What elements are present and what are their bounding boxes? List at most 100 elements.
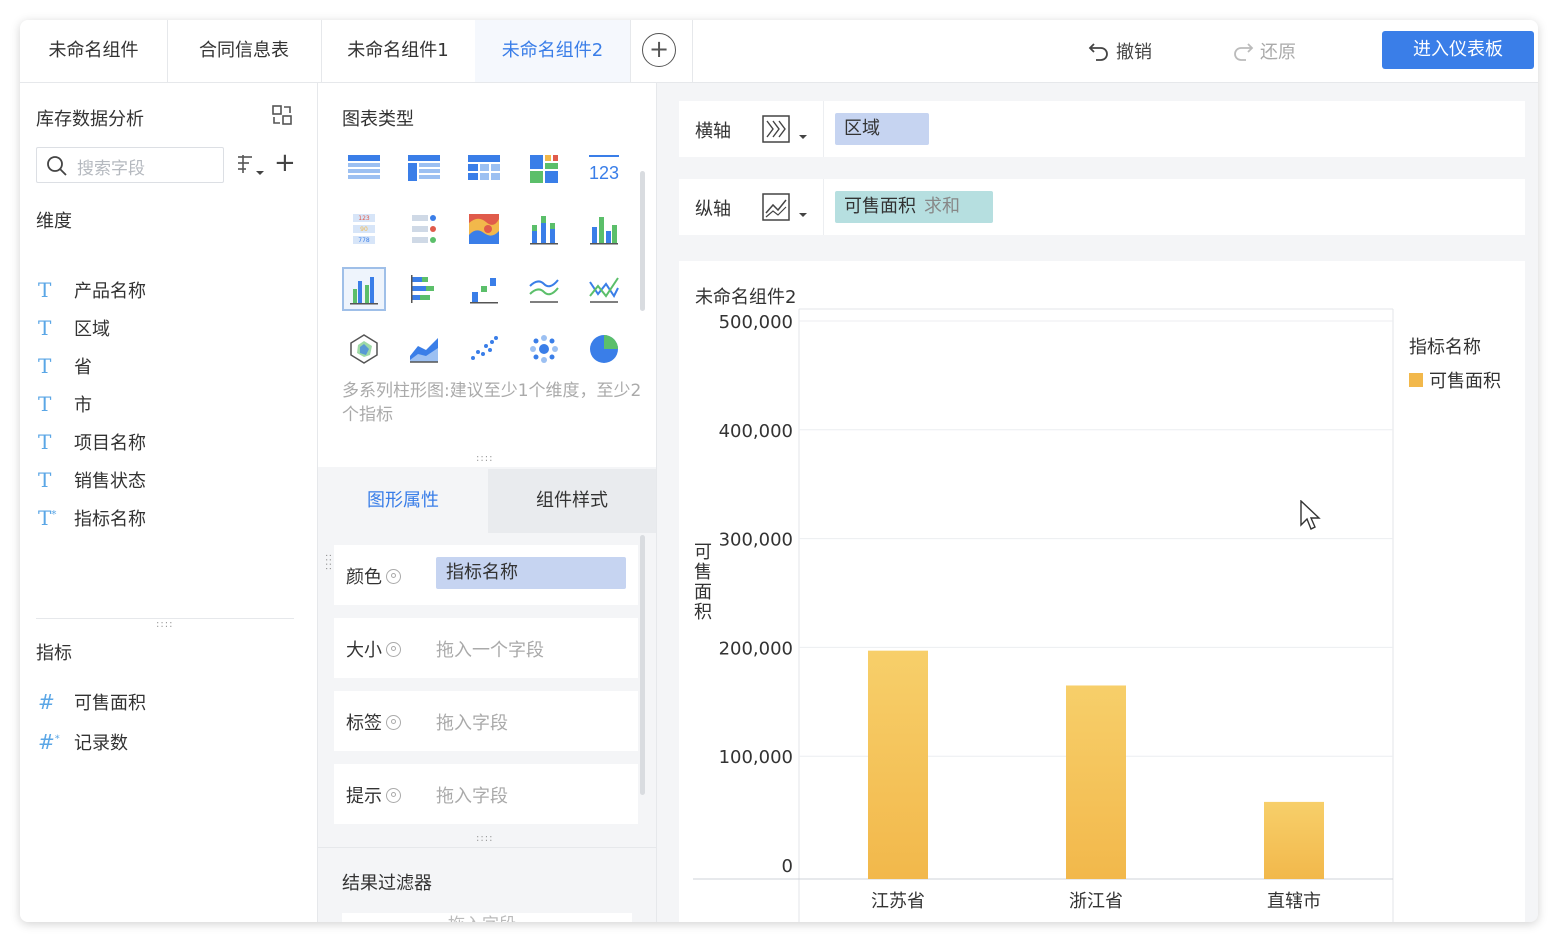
field-panel: 库存数据分析 搜索字段 + 维度 T 产品名称 T 区域 T省 T市 T 项目名称 T… [20, 83, 318, 922]
stacked-column-icon[interactable] [522, 207, 566, 251]
measures-heading: 指标 [36, 643, 72, 664]
number-calc-type-icon: #* [38, 730, 60, 754]
bar [868, 650, 928, 879]
bar [1066, 685, 1126, 879]
x-tick-label: 浙江省 [1069, 891, 1123, 912]
area-chart-icon[interactable] [402, 327, 446, 371]
waterfall-icon[interactable] [462, 267, 506, 311]
dimension-field[interactable]: T* 指标名称 [38, 505, 146, 531]
redo-icon [1234, 43, 1254, 61]
property-tabs: 图形属性 组件样式 [318, 469, 656, 533]
mouse-cursor-icon [1300, 500, 1321, 530]
label-drop-zone[interactable]: 拖入字段 [436, 709, 508, 735]
top-bar: 未命名组件 合同信息表 未命名组件1 未命名组件2 + 撤销 还原 进入仪表板 [20, 20, 1538, 83]
sort-fields-icon[interactable] [236, 153, 266, 179]
properties-scrollbar[interactable] [640, 535, 645, 795]
color-property[interactable]: 颜色 指标名称 [334, 545, 638, 605]
add-tab-button[interactable]: + [642, 33, 676, 67]
tooltip-drop-zone[interactable]: 拖入字段 [436, 782, 508, 808]
search-placeholder: 搜索字段 [77, 159, 145, 179]
switch-dataset-icon[interactable] [270, 103, 294, 127]
resize-grip[interactable]: :::: [156, 619, 173, 630]
divider [823, 101, 824, 157]
svg-text:778: 778 [358, 237, 370, 244]
legend-item[interactable]: 可售面积 [1409, 367, 1501, 393]
legend-swatch [1409, 373, 1423, 387]
x-axis-field-pill[interactable]: 区域 [835, 113, 929, 145]
resize-grip[interactable]: :::: [476, 833, 493, 844]
gear-icon[interactable] [386, 568, 401, 584]
size-drop-zone[interactable]: 拖入一个字段 [436, 636, 544, 662]
line-chart-icon[interactable] [582, 267, 626, 311]
heatmap-icon[interactable] [462, 207, 506, 251]
svg-text:90: 90 [360, 226, 368, 233]
field-search-input[interactable]: 搜索字段 [36, 147, 224, 183]
bubble-chart-icon[interactable] [522, 327, 566, 371]
redo-button[interactable]: 还原 [1232, 38, 1296, 64]
filter-drop-zone[interactable]: 拖入字段 [342, 913, 632, 922]
tooltip-property[interactable]: 提示 拖入字段 [334, 764, 638, 824]
measure-field[interactable]: # 可售面积 [38, 689, 146, 715]
chart-type-hint: 多系列柱形图:建议至少1个维度，至少2个指标 [342, 381, 642, 425]
dimension-field[interactable]: T 产品名称 [38, 277, 146, 303]
tab-component-2[interactable]: 未命名组件2 [475, 20, 631, 82]
text-type-icon: T [38, 316, 52, 340]
chart-panel: 未命名组件2 可售面积 0 100,000 200,000 300,000 400,00… [679, 261, 1525, 922]
chart-type-section: 图表类型 123 123 90 778 多系列柱形图:建议至少1个维度，至少2个… [318, 83, 656, 467]
color-field-pill[interactable]: 指标名称 [436, 557, 626, 589]
list-kpi-icon[interactable] [402, 207, 446, 251]
table-chart-icon[interactable] [342, 147, 386, 191]
y-tick-label: 200,000 [719, 638, 793, 659]
undo-icon [1088, 43, 1108, 61]
x-tick-label: 直辖市 [1267, 891, 1321, 912]
divider [823, 179, 824, 235]
label-property[interactable]: 标签 拖入字段 [334, 691, 638, 751]
size-property[interactable]: 大小 拖入一个字段 [334, 618, 638, 678]
undo-label: 撤销 [1116, 42, 1152, 63]
x-axis-row: 横轴 区域 [679, 101, 1525, 157]
multi-series-column-icon[interactable] [342, 267, 386, 311]
scatter-chart-icon[interactable] [462, 327, 506, 371]
column-chart-icon[interactable] [582, 207, 626, 251]
resize-grip[interactable]: :::: [476, 453, 493, 464]
dimension-field[interactable]: T 区域 [38, 315, 110, 341]
text-type-icon: T [38, 278, 52, 302]
stacked-bar-icon[interactable] [402, 267, 446, 311]
y-axis-type-icon[interactable] [761, 191, 815, 225]
gear-icon[interactable] [386, 787, 401, 803]
tab-shape-properties[interactable]: 图形属性 [318, 469, 488, 533]
legend-title: 指标名称 [1409, 337, 1481, 358]
chart-types-scrollbar[interactable] [640, 171, 645, 311]
measure-field[interactable]: #* 记录数 [38, 729, 128, 755]
app-window: 未命名组件 合同信息表 未命名组件1 未命名组件2 + 撤销 还原 进入仪表板 … [20, 20, 1538, 922]
tab-component-style[interactable]: 组件样式 [488, 469, 656, 533]
grouped-table-icon[interactable] [402, 147, 446, 191]
dimensions-heading: 维度 [36, 211, 72, 232]
tab-component-0[interactable]: 未命名组件 [20, 20, 168, 82]
tab-contract-info[interactable]: 合同信息表 [167, 20, 322, 82]
undo-button[interactable]: 撤销 [1088, 38, 1152, 64]
dimension-field[interactable]: T 项目名称 [38, 429, 146, 455]
dimension-field[interactable]: T 销售状态 [38, 467, 146, 493]
kpi-number-icon[interactable]: 123 [582, 147, 626, 191]
y-tick-label: 500,000 [719, 312, 793, 333]
dimension-field[interactable]: T省 [38, 353, 92, 379]
redo-label: 还原 [1260, 42, 1296, 63]
drag-handle[interactable]: :::: [323, 554, 334, 571]
enter-dashboard-button[interactable]: 进入仪表板 [1382, 31, 1534, 69]
treemap-icon[interactable] [522, 147, 566, 191]
number-type-icon: # [38, 690, 55, 714]
pie-chart-icon[interactable] [582, 327, 626, 371]
tab-component-1[interactable]: 未命名组件1 [321, 20, 476, 82]
cross-table-icon[interactable] [462, 147, 506, 191]
y-tick-label: 400,000 [719, 421, 793, 442]
add-field-icon[interactable]: + [274, 150, 296, 176]
radar-chart-icon[interactable] [342, 327, 386, 371]
gear-icon[interactable] [386, 714, 401, 730]
x-axis-type-icon[interactable] [761, 113, 815, 147]
gear-icon[interactable] [386, 641, 401, 657]
dimension-field[interactable]: T市 [38, 391, 92, 417]
multi-line-icon[interactable] [522, 267, 566, 311]
text-kpi-icon[interactable]: 123 90 778 [342, 207, 386, 251]
y-axis-field-pill[interactable]: 可售面积 求和 [835, 191, 993, 223]
